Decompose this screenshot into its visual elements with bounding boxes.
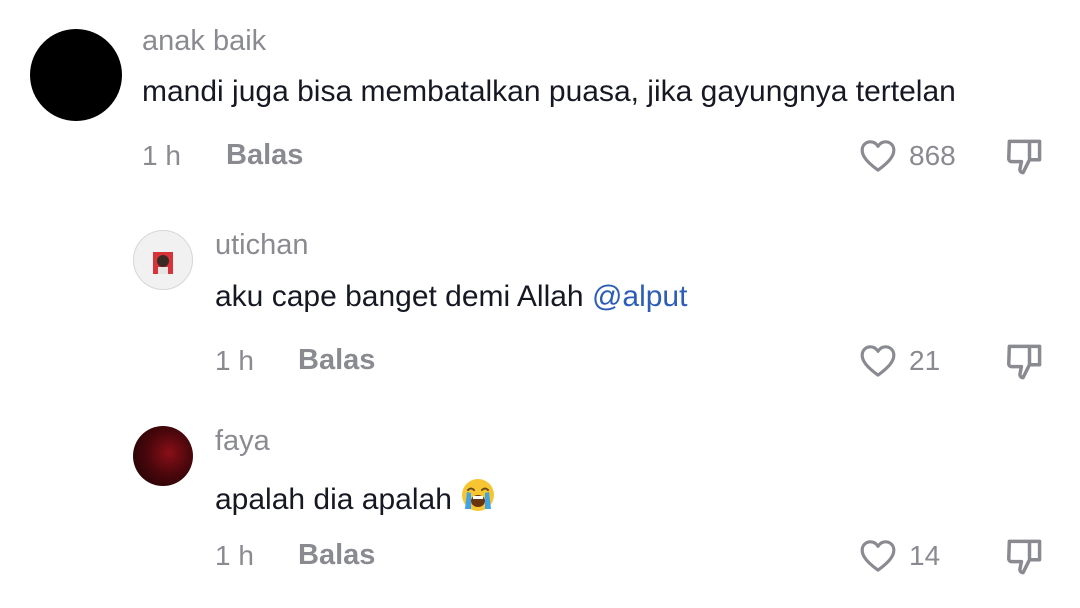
- comment-text-body: aku cape banget demi Allah: [215, 280, 592, 313]
- like-count: 868: [909, 140, 956, 171]
- thumbs-down-icon: [1006, 139, 1042, 175]
- heart-icon: [860, 540, 896, 572]
- comment-username[interactable]: faya: [215, 427, 270, 456]
- avatar[interactable]: [133, 230, 193, 290]
- mention-link[interactable]: @alput: [592, 280, 688, 313]
- avatar[interactable]: [133, 426, 193, 486]
- thumbs-down-icon: [1006, 539, 1042, 575]
- comment-item: anak baik mandi juga bisa membatalkan pu…: [0, 0, 1080, 200]
- dislike-button[interactable]: [1002, 135, 1046, 179]
- comment-timestamp: 1 h: [215, 345, 254, 376]
- comment-timestamp: 1 h: [215, 540, 254, 571]
- like-button[interactable]: [858, 536, 898, 576]
- avatar[interactable]: [30, 29, 122, 121]
- avatar-image: [153, 252, 173, 274]
- like-button[interactable]: [858, 341, 898, 381]
- comment-text-body: apalah dia apalah: [215, 483, 452, 516]
- thumbs-down-icon: [1006, 344, 1042, 380]
- dislike-button[interactable]: [1002, 340, 1046, 384]
- reply-button[interactable]: Balas: [298, 541, 375, 570]
- dislike-button[interactable]: [1002, 535, 1046, 579]
- comment-username[interactable]: anak baik: [142, 27, 266, 56]
- like-count: 21: [909, 345, 941, 376]
- reply-button[interactable]: Balas: [226, 141, 303, 170]
- loudly-crying-face-emoji: [460, 477, 496, 519]
- heart-icon: [860, 345, 896, 377]
- like-count: 14: [909, 540, 941, 571]
- comment-text: aku cape banget demi Allah @alput: [215, 282, 687, 312]
- comment-username[interactable]: utichan: [215, 231, 309, 260]
- like-button[interactable]: [858, 136, 898, 176]
- reply-button[interactable]: Balas: [298, 346, 375, 375]
- comment-reply-item: utichan aku cape banget demi Allah @alpu…: [0, 200, 1080, 400]
- comment-timestamp: 1 h: [142, 140, 181, 171]
- comment-text: apalah dia apalah: [215, 477, 496, 519]
- comment-text: mandi juga bisa membatalkan puasa, jika …: [142, 75, 956, 108]
- heart-icon: [860, 140, 896, 172]
- comment-reply-item: faya apalah dia apalah 1 h Balas 14: [0, 400, 1080, 608]
